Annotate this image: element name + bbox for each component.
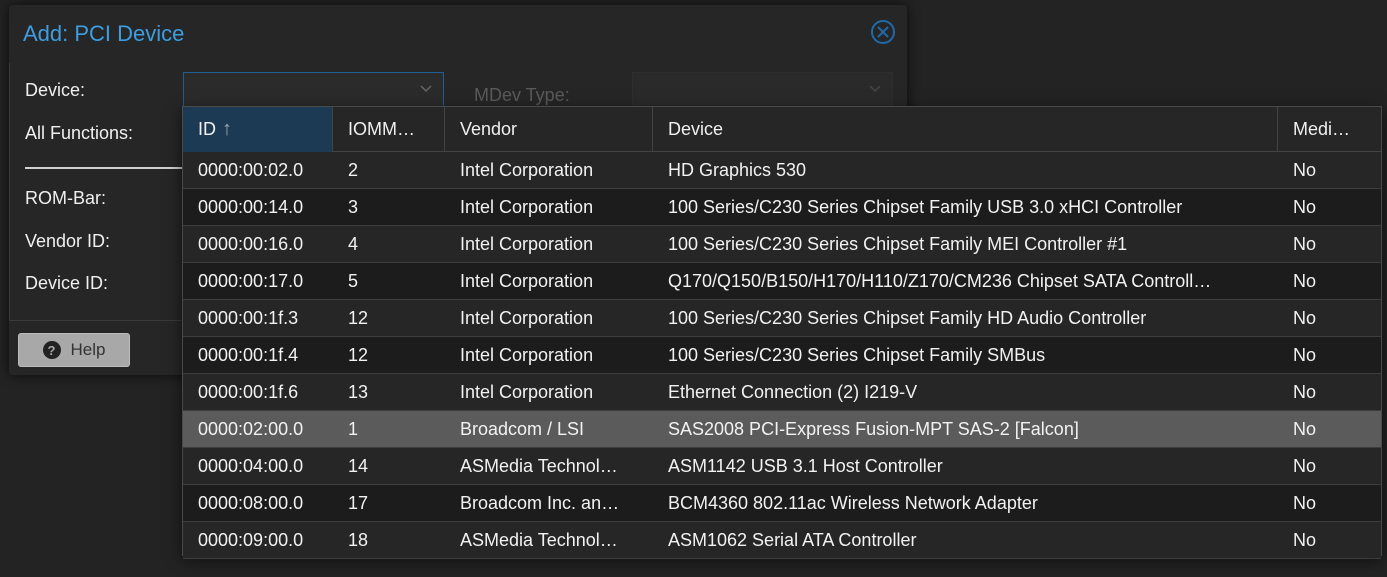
column-header-device[interactable]: Device: [653, 107, 1278, 152]
cell-mediated-devices: No: [1293, 529, 1317, 550]
cell-mediated-devices: No: [1293, 492, 1317, 513]
table-row[interactable]: 0000:04:00.0 14 ASMedia Technol… ASM1142 US…: [183, 448, 1381, 485]
cell-device: HD Graphics 530: [668, 159, 807, 180]
cell-id: 0000:02:00.0: [198, 418, 304, 439]
column-header-label: Vendor: [460, 119, 518, 139]
cell-vendor: Broadcom Inc. an…: [460, 492, 620, 513]
vendor-id-label: Vendor ID:: [25, 231, 111, 251]
cell-vendor: Intel Corporation: [460, 196, 594, 217]
column-header-label: Device: [668, 119, 724, 139]
cell-device: 100 Series/C230 Series Chipset Family US…: [668, 196, 1183, 217]
device-combobox[interactable]: [183, 72, 444, 107]
cell-vendor: Intel Corporation: [460, 381, 594, 402]
all-functions-label: All Functions:: [25, 123, 134, 143]
table-row[interactable]: 0000:00:14.0 3 Intel Corporation 100 Series…: [183, 189, 1381, 226]
cell-id: 0000:00:1f.3: [198, 307, 299, 328]
cell-id: 0000:00:1f.6: [198, 381, 299, 402]
cell-device: BCM4360 802.11ac Wireless Network Adapte…: [668, 492, 1038, 513]
cell-iommu-group: 12: [348, 344, 369, 365]
rom-bar-label: ROM-Bar:: [25, 188, 106, 208]
dialog-title: Add: PCI Device: [23, 21, 185, 46]
cell-mediated-devices: No: [1293, 307, 1317, 328]
mdev-type-label: MDev Type:: [474, 85, 570, 105]
sort-ascending-icon: ↑: [222, 118, 232, 140]
cell-device: ASM1142 USB 3.1 Host Controller: [668, 455, 943, 476]
cell-vendor: ASMedia Technol…: [460, 529, 618, 550]
help-button[interactable]: ? Help: [18, 333, 130, 367]
table-row[interactable]: 0000:00:1f.3 12 Intel Corporation 100 Serie…: [183, 300, 1381, 337]
cell-iommu-group: 2: [348, 159, 359, 180]
cell-vendor: ASMedia Technol…: [460, 455, 618, 476]
column-header-iommu-group[interactable]: IOMM…: [333, 107, 445, 152]
question-circle-icon: ?: [42, 341, 61, 359]
cell-mediated-devices: No: [1293, 159, 1317, 180]
column-header-label: Medi…: [1293, 119, 1351, 139]
cell-id: 0000:00:17.0: [198, 270, 304, 291]
help-label: Help: [70, 340, 106, 359]
mdev-type-combobox: [632, 72, 893, 107]
divider: [25, 167, 185, 169]
table-row[interactable]: 0000:00:1f.6 13 Intel Corporation Ethernet …: [183, 374, 1381, 411]
cell-id: 0000:00:1f.4: [198, 344, 299, 365]
cell-id: 0000:04:00.0: [198, 455, 304, 476]
cell-id: 0000:00:14.0: [198, 196, 304, 217]
cell-iommu-group: 17: [348, 492, 369, 513]
cell-vendor: Intel Corporation: [460, 233, 594, 254]
chevron-down-icon[interactable]: [419, 82, 433, 96]
cell-id: 0000:08:00.0: [198, 492, 304, 513]
table-row[interactable]: 0000:00:17.0 5 Intel Corporation Q170/Q150/…: [183, 263, 1381, 300]
table-row[interactable]: 0000:09:00.0 18 ASMedia Technol… ASM1062 Se…: [183, 522, 1381, 559]
column-header-label: ID: [198, 119, 216, 139]
chevron-down-icon: [869, 85, 881, 93]
column-header-mediated-devices[interactable]: Medi…: [1278, 107, 1381, 152]
cell-mediated-devices: No: [1293, 196, 1317, 217]
table-row[interactable]: 0000:00:16.0 4 Intel Corporation 100 Series…: [183, 226, 1381, 263]
table-row[interactable]: 0000:02:00.0 1 Broadcom / LSI SAS2008 PCI-E…: [183, 411, 1381, 448]
cell-mediated-devices: No: [1293, 344, 1317, 365]
cell-mediated-devices: No: [1293, 418, 1317, 439]
cell-vendor: Intel Corporation: [460, 270, 594, 291]
grid-body: 0000:00:02.0 2 Intel Corporation HD Graphic…: [183, 152, 1381, 559]
cell-mediated-devices: No: [1293, 270, 1317, 291]
cell-device: 100 Series/C230 Series Chipset Family SM…: [668, 344, 1046, 365]
device-label: Device:: [25, 80, 86, 100]
cell-iommu-group: 18: [348, 529, 369, 550]
cell-iommu-group: 4: [348, 233, 359, 254]
cell-id: 0000:09:00.0: [198, 529, 304, 550]
cell-vendor: Broadcom / LSI: [460, 418, 585, 439]
cell-device: Ethernet Connection (2) I219-V: [668, 381, 918, 402]
close-icon: [877, 26, 889, 38]
cell-iommu-group: 12: [348, 307, 369, 328]
close-button[interactable]: [871, 20, 895, 44]
cell-device: ASM1062 Serial ATA Controller: [668, 529, 917, 550]
cell-iommu-group: 14: [348, 455, 369, 476]
table-row[interactable]: 0000:00:02.0 2 Intel Corporation HD Graphic…: [183, 152, 1381, 189]
cell-device: 100 Series/C230 Series Chipset Family ME…: [668, 233, 1128, 254]
column-header-vendor[interactable]: Vendor: [445, 107, 653, 152]
grid-header: ID ↑ IOMM… Vendor Device Medi…: [183, 107, 1381, 152]
cell-vendor: Intel Corporation: [460, 307, 594, 328]
cell-iommu-group: 5: [348, 270, 359, 291]
cell-device: SAS2008 PCI-Express Fusion-MPT SAS-2 [Fa…: [668, 418, 1079, 439]
cell-vendor: Intel Corporation: [460, 344, 594, 365]
cell-id: 0000:00:16.0: [198, 233, 304, 254]
cell-device: Q170/Q150/B150/H170/H110/Z170/CM236 Chip…: [668, 270, 1212, 291]
cell-id: 0000:00:02.0: [198, 159, 304, 180]
table-row[interactable]: 0000:00:1f.4 12 Intel Corporation 100 Serie…: [183, 337, 1381, 374]
device-id-label: Device ID:: [25, 273, 109, 293]
table-row[interactable]: 0000:08:00.0 17 Broadcom Inc. an… BCM4360 8…: [183, 485, 1381, 522]
cell-mediated-devices: No: [1293, 381, 1317, 402]
cell-vendor: Intel Corporation: [460, 159, 594, 180]
device-picker-grid: ID ↑ IOMM… Vendor Device Medi… 0000:00:0…: [182, 106, 1382, 559]
column-header-label: IOMM…: [348, 119, 415, 139]
column-header-id[interactable]: ID ↑: [183, 107, 333, 152]
cell-iommu-group: 13: [348, 381, 369, 402]
cell-device: 100 Series/C230 Series Chipset Family HD…: [668, 307, 1147, 328]
cell-iommu-group: 1: [348, 418, 359, 439]
cell-mediated-devices: No: [1293, 233, 1317, 254]
cell-iommu-group: 3: [348, 196, 359, 217]
cell-mediated-devices: No: [1293, 455, 1317, 476]
